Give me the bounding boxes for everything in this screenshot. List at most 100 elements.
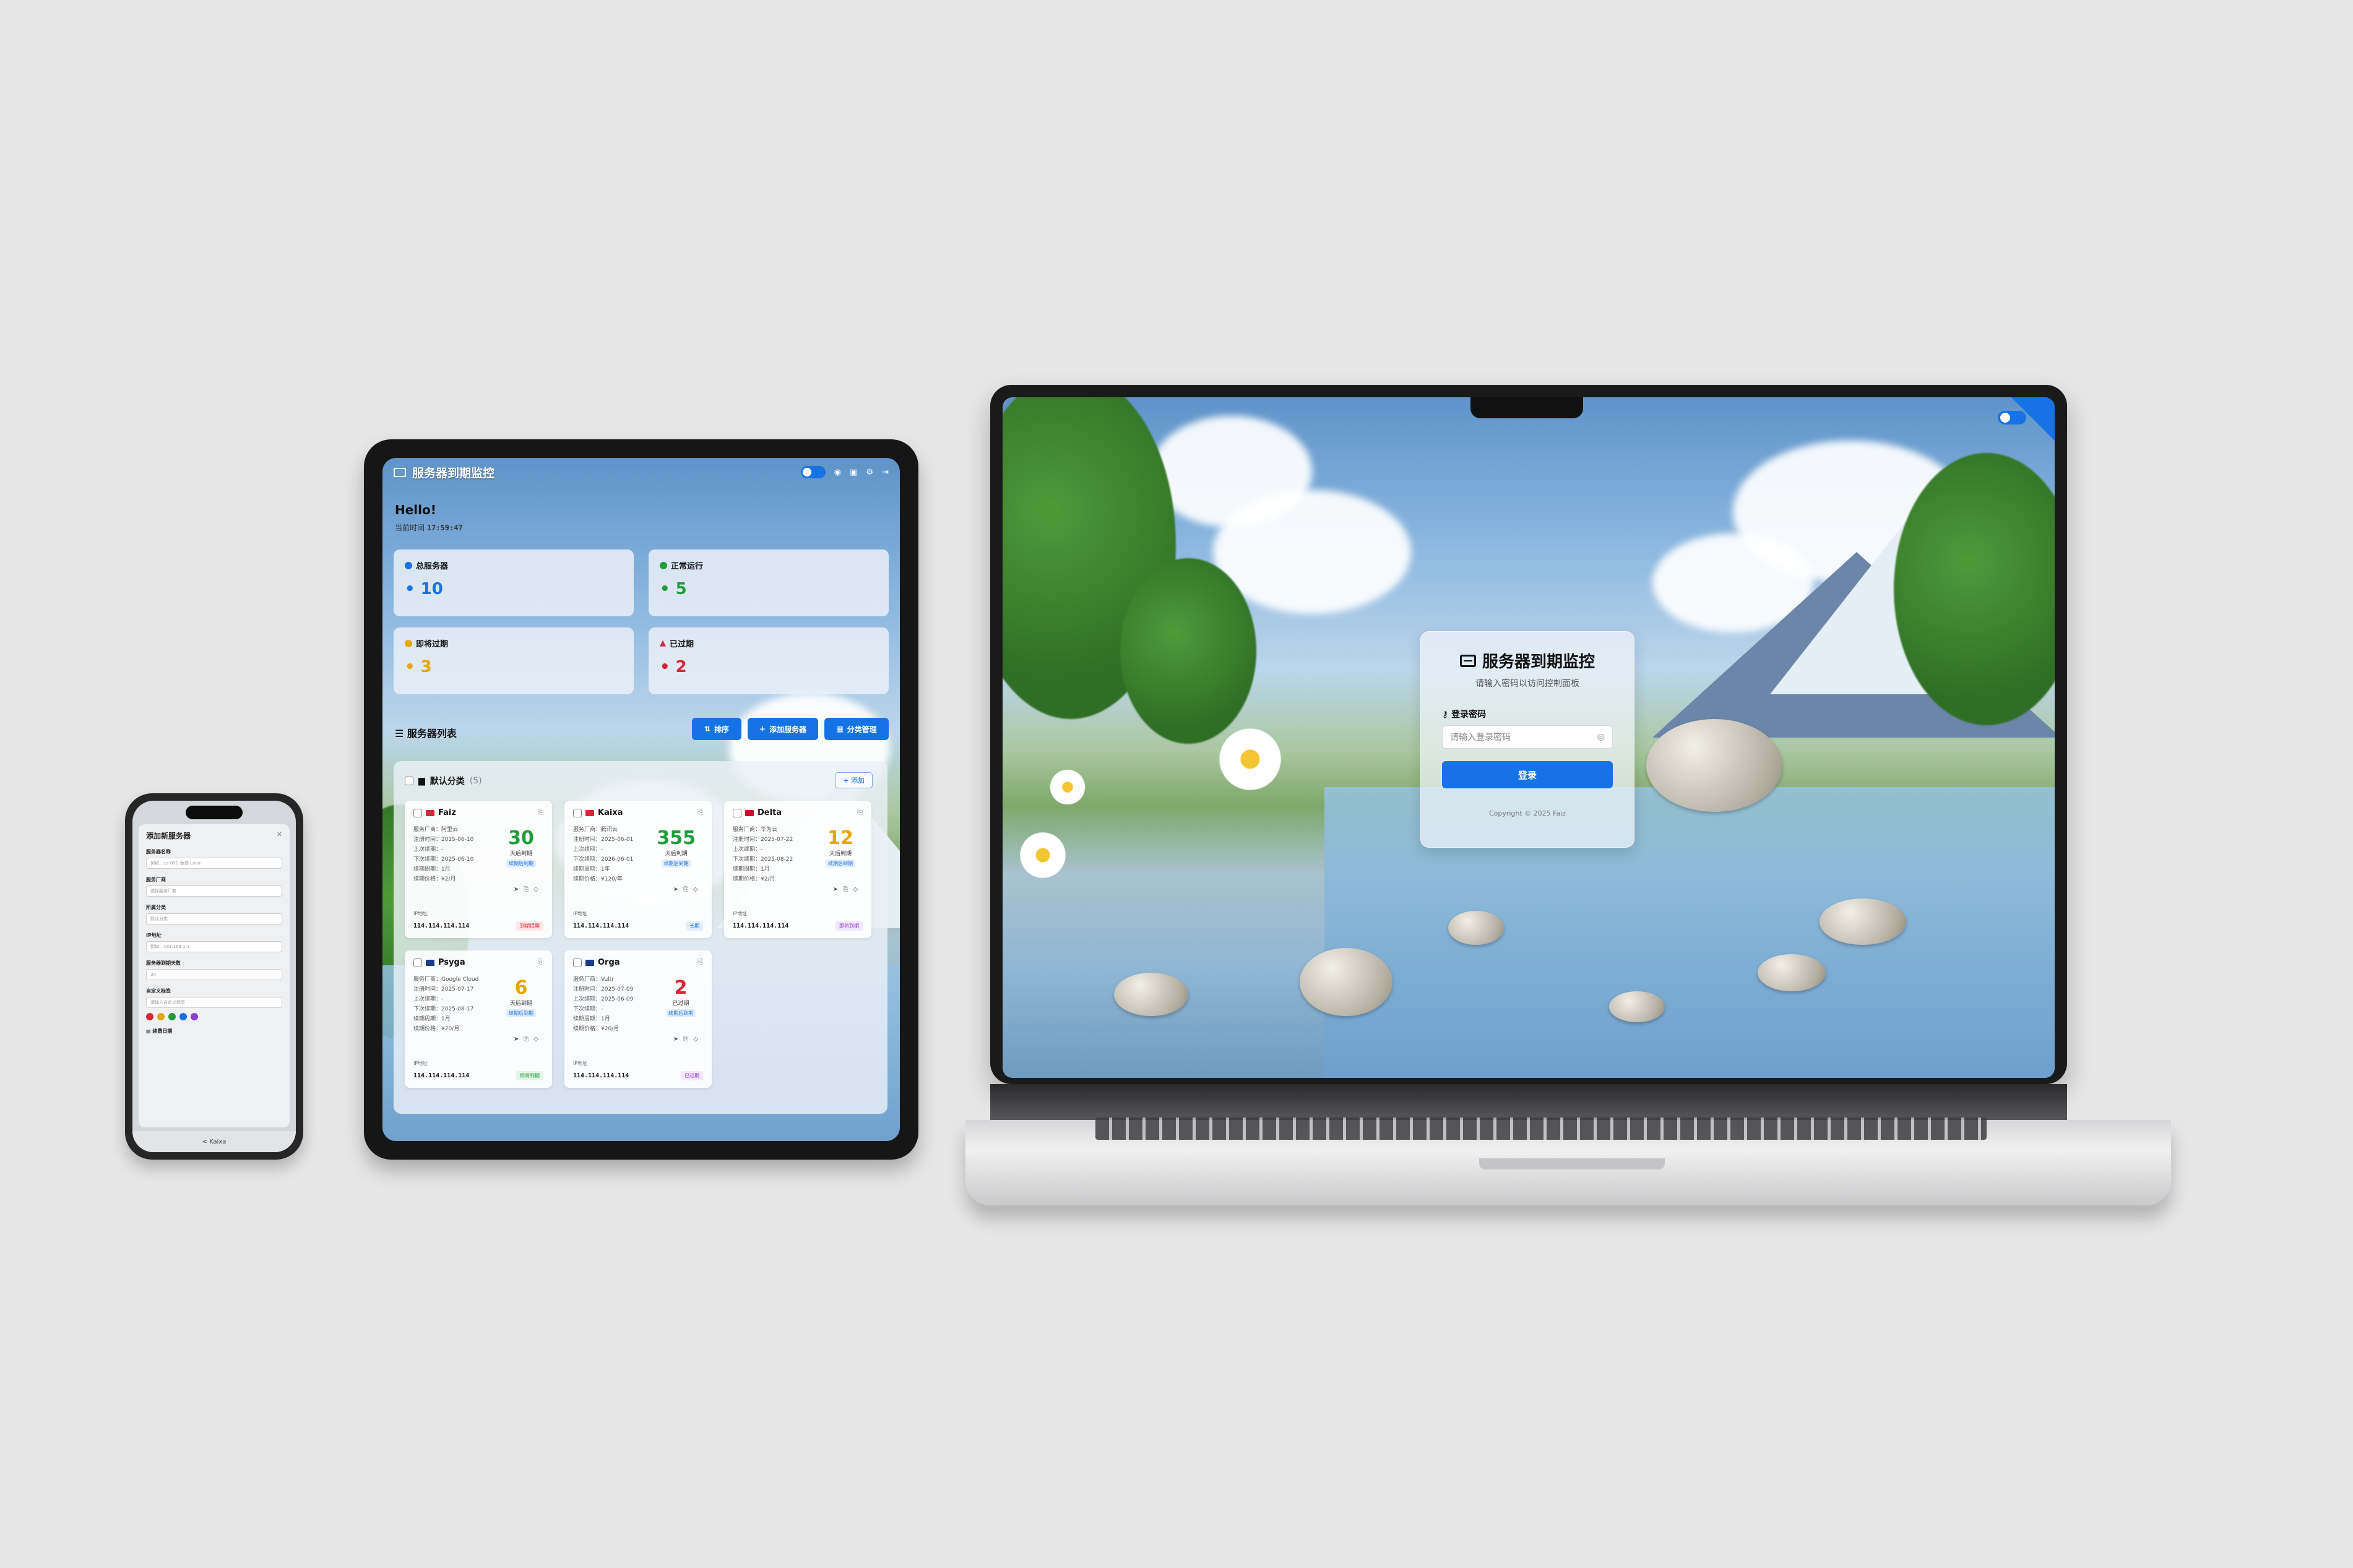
card-actions[interactable]: ➤⎘◇: [673, 886, 703, 893]
color-swatch-red[interactable]: [146, 1013, 153, 1020]
server-name: Faiz: [438, 808, 456, 817]
server-name: Delta: [758, 808, 782, 817]
category-manage-button[interactable]: ▦ 分类管理: [824, 718, 889, 740]
card-actions[interactable]: ➤⎘◇: [514, 886, 543, 893]
status-badge: 即将到期: [516, 1071, 543, 1080]
form-input[interactable]: 请输入自定义标签: [146, 997, 282, 1008]
ip-address: 114.114.114.114: [413, 923, 470, 929]
field-label: 服务器到期天数: [146, 960, 181, 966]
server-checkbox[interactable]: [413, 958, 422, 967]
dialog-fields: 服务器名称 例如：Lo-001-香港-Lana 服务厂商 选择服务厂商 所属分类 默认分类…: [146, 848, 282, 1008]
login-button[interactable]: 登录: [1442, 761, 1613, 788]
gear-icon[interactable]: ⚙: [866, 468, 873, 477]
renew-date-label: ▤ 续费日期: [146, 1028, 173, 1034]
form-input[interactable]: 例如：192.168.1.1: [146, 941, 282, 952]
input-placeholder: 选择服务厂商: [150, 889, 176, 894]
detail-row: 续期价格：¥2/月: [413, 876, 456, 882]
tablet-screen: 服务器到期监控 ◉ ▣ ⚙ ⇥ Hello! 当前时间 17:59:47 总服务…: [382, 458, 900, 1141]
edit-icon[interactable]: ⎘: [538, 808, 543, 817]
server-name: Orga: [598, 958, 620, 967]
status-badge: 即将到期: [835, 921, 863, 931]
stat-expiring: 即将过期 • 3: [394, 627, 634, 694]
server-card[interactable]: Delta ⎘ 服务厂商：华为云 注册时间：2025-07-22 上次续期：- 下次续期：…: [724, 801, 871, 938]
ip-label: IP地址: [413, 1061, 428, 1066]
stat-total: 总服务器 • 10: [394, 549, 634, 616]
group-add-button[interactable]: + 添加: [835, 772, 873, 788]
color-swatch-purple[interactable]: [191, 1013, 198, 1020]
greeting: Hello!: [395, 502, 436, 517]
add-server-dialog: 添加新服务器 ✕ 服务器名称 例如：Lo-001-香港-Lana 服务厂商 选择服务厂…: [139, 824, 290, 1127]
tablet-header: 服务器到期监控 ◉ ▣ ⚙ ⇥: [382, 458, 900, 486]
server-checkbox[interactable]: [733, 808, 741, 817]
group-header: ▆ 默认分类 (5): [405, 775, 482, 787]
days-remaining: 30 天后到期 续期后到期: [506, 829, 536, 868]
camera-notch: [1470, 397, 1583, 418]
server-checkbox[interactable]: [573, 808, 582, 817]
ip-address: 114.114.114.114: [733, 923, 789, 929]
lid-notch: [1479, 1158, 1665, 1170]
warning-icon: ▲: [660, 639, 666, 648]
server-card[interactable]: Orga ⎘ 服务厂商：Vultr 注册时间：2025-07-09 上次续期：2025-…: [564, 950, 712, 1088]
monitor-logo-icon: [1459, 654, 1476, 667]
ip-label: IP地址: [413, 911, 428, 916]
group-checkbox[interactable]: [405, 777, 413, 785]
password-label: ⚷ 登录密码: [1442, 710, 1487, 720]
server-card[interactable]: Faiz ⎘ 服务厂商：阿里云 注册时间：2025-06-10 上次续期：- 下次续期：2…: [405, 801, 552, 938]
back-tab[interactable]: < Kaixa: [202, 1139, 227, 1145]
color-swatch-yellow[interactable]: [157, 1013, 165, 1020]
close-icon[interactable]: ✕: [277, 830, 282, 838]
github-icon[interactable]: ◉: [834, 468, 841, 477]
server-checkbox[interactable]: [413, 808, 422, 817]
card-actions[interactable]: ➤⎘◇: [673, 1036, 703, 1043]
server-list-title: ☰ 服务器列表: [395, 728, 457, 739]
input-placeholder: 例如：192.168.1.1: [150, 944, 190, 949]
field-label: 服务厂商: [146, 877, 166, 882]
form-input[interactable]: 例如：Lo-001-香港-Lana: [146, 858, 282, 869]
input-placeholder: 默认分类: [150, 916, 168, 921]
server-card[interactable]: Kaixa ⎘ 服务厂商：腾讯云 注册时间：2025-06-01 上次续期：- 下次续期：…: [564, 801, 712, 938]
theme-toggle[interactable]: [800, 466, 826, 478]
color-swatch-blue[interactable]: [179, 1013, 187, 1020]
logout-icon[interactable]: ⇥: [882, 468, 889, 477]
status-badge: 已过期: [681, 1071, 703, 1080]
detail-row: 续期价格：¥20/月: [573, 1026, 620, 1032]
edit-icon[interactable]: ⎘: [697, 958, 703, 967]
wallpaper-icon[interactable]: ▣: [850, 468, 857, 477]
eye-slash-icon[interactable]: ◎: [1597, 732, 1605, 742]
days-remaining: 6 天后到期 续期后到期: [506, 979, 536, 1017]
days-remaining: 12 天后到期 续期后到期: [826, 829, 855, 868]
plus-icon: +: [759, 725, 766, 733]
laptop-screen: ▣ 服务器到期监控 请输入密码以访问控制面板 ⚷ 登录密码 请输入登录密码 ◎ …: [1003, 397, 2055, 1078]
server-card[interactable]: Psyga ⎘ 服务厂商：Google Cloud 注册时间：2025-07-17 上次…: [405, 950, 552, 1088]
edit-icon[interactable]: ⎘: [697, 808, 703, 817]
copyright-text: Copyright © 2025 Faiz: [1488, 809, 1566, 817]
server-checkbox[interactable]: [573, 958, 582, 967]
calendar-icon: ▤: [146, 1028, 153, 1034]
password-placeholder: 请输入登录密码: [1450, 733, 1511, 743]
corner-ribbon: [2011, 397, 2055, 441]
color-swatch-green[interactable]: [168, 1013, 176, 1020]
edit-icon[interactable]: ⎘: [538, 958, 543, 967]
server-name: Psyga: [438, 958, 465, 967]
sort-button[interactable]: ⇅ 排序: [692, 718, 741, 740]
ip-address: 114.114.114.114: [573, 923, 629, 929]
form-input[interactable]: 选择服务厂商: [146, 885, 282, 897]
form-input[interactable]: 30: [146, 969, 282, 980]
edit-icon[interactable]: ⎘: [857, 808, 863, 817]
country-flag-icon: [426, 809, 434, 816]
phone-screen: 添加新服务器 ✕ 服务器名称 例如：Lo-001-香港-Lana 服务厂商 选择服务厂…: [132, 801, 296, 1152]
ip-label: IP地址: [573, 1061, 588, 1066]
list-icon: ☰: [395, 728, 407, 739]
login-card: 服务器到期监控 请输入密码以访问控制面板 ⚷ 登录密码 请输入登录密码 ◎ 登录…: [1420, 631, 1634, 848]
card-actions[interactable]: ➤⎘◇: [514, 1036, 543, 1043]
add-server-button[interactable]: + 添加服务器: [748, 718, 818, 740]
field-label: IP地址: [146, 933, 162, 938]
folder-icon: ▆: [418, 776, 425, 786]
laptop-hinge: [990, 1084, 2067, 1121]
field-label: 所属分类: [146, 905, 166, 910]
password-input[interactable]: 请输入登录密码 ◎: [1442, 725, 1613, 749]
form-input[interactable]: 默认分类: [146, 913, 282, 924]
keyboard: [1095, 1118, 1987, 1140]
card-actions[interactable]: ➤⎘◇: [833, 886, 863, 893]
login-subtitle: 请输入密码以访问控制面板: [1475, 679, 1579, 689]
